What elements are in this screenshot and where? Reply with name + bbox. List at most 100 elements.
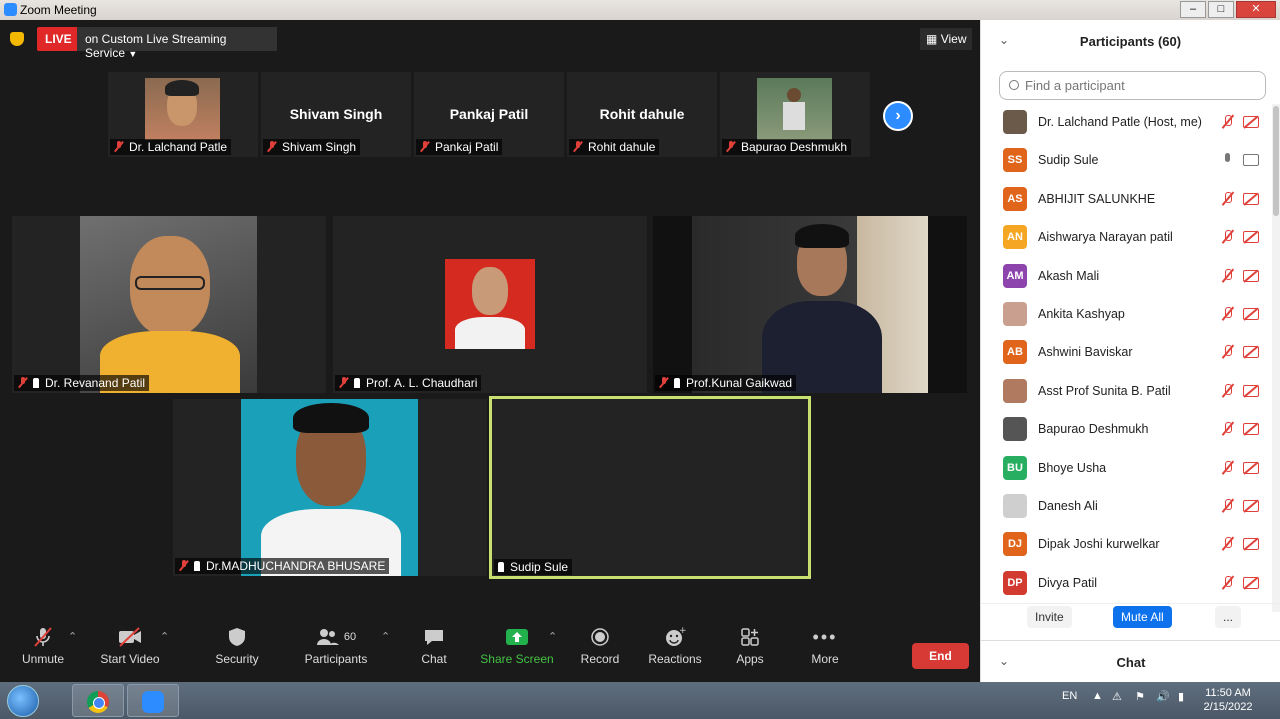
signal-strength-icon[interactable]: ▮ <box>1178 690 1184 703</box>
muted-mic-icon[interactable] <box>1221 422 1235 436</box>
more-button[interactable]: ••• More <box>785 626 865 667</box>
video-tile-kunal[interactable]: Prof.Kunal Gaikwad <box>653 216 967 393</box>
participant-row[interactable]: Danesh Ali <box>981 488 1273 526</box>
audio-options-caret[interactable]: ⌃ <box>68 630 77 643</box>
video-off-icon[interactable] <box>1243 461 1259 474</box>
system-clock[interactable]: 11:50 AM 2/15/2022 <box>1198 686 1258 714</box>
video-off-icon[interactable] <box>1243 269 1259 282</box>
video-off-icon[interactable] <box>1243 192 1259 205</box>
participant-row[interactable]: Ankita Kashyap <box>981 296 1273 334</box>
start-video-button[interactable]: Start Video <box>90 626 170 666</box>
video-tile-sudip-active-speaker[interactable]: Sudip Sule <box>489 396 811 579</box>
participant-name: Dr.MADHUCHANDRA BHUSARE <box>206 559 386 573</box>
participant-row[interactable]: AB Ashwini Baviskar <box>981 334 1273 372</box>
search-placeholder: Find a participant <box>1025 78 1125 93</box>
video-off-icon[interactable] <box>1243 307 1259 320</box>
participant-row[interactable]: AS ABHIJIT SALUNKHE <box>981 181 1273 219</box>
muted-mic-icon[interactable] <box>1221 345 1235 359</box>
security-button[interactable]: Security <box>197 626 277 666</box>
participant-list[interactable]: Dr. Lalchand Patle (Host, me) SS Sudip Sul… <box>981 104 1273 612</box>
share-screen-icon <box>477 626 557 648</box>
strip-tile-lalchand[interactable]: Dr. Lalchand Patle <box>108 72 258 157</box>
video-tile-revanand[interactable]: Dr. Revanand Patil <box>12 216 326 393</box>
invite-button[interactable]: Invite <box>1027 606 1072 628</box>
participant-row[interactable]: AN Aishwarya Narayan patil <box>981 219 1273 257</box>
video-off-icon[interactable] <box>1243 116 1259 128</box>
video-off-icon[interactable] <box>1243 423 1259 436</box>
reactions-button[interactable]: + Reactions <box>635 626 715 666</box>
next-page-arrow-icon[interactable]: › <box>883 101 913 131</box>
taskbar-zoom[interactable] <box>127 684 179 717</box>
language-indicator[interactable]: EN <box>1062 690 1077 702</box>
view-button[interactable]: ▦ View <box>920 28 973 50</box>
video-off-icon[interactable] <box>1243 231 1259 244</box>
apps-button[interactable]: Apps <box>710 626 790 666</box>
video-tile-chaudhari[interactable]: Prof. A. L. Chaudhari <box>333 216 647 393</box>
video-options-caret[interactable]: ⌃ <box>160 630 169 643</box>
muted-mic-icon[interactable] <box>1221 306 1235 321</box>
end-meeting-button[interactable]: End <box>912 643 969 669</box>
muted-mic-icon[interactable] <box>1221 383 1235 398</box>
muted-mic-icon[interactable] <box>1221 498 1235 513</box>
video-off-icon[interactable] <box>1243 576 1259 589</box>
participants-icon: 60 <box>296 626 376 648</box>
strip-name-tag: Bapurao Deshmukh <box>722 139 852 155</box>
muted-mic-icon[interactable] <box>1221 575 1235 590</box>
encryption-shield-icon[interactable] <box>10 32 24 46</box>
scrollbar-thumb[interactable] <box>1273 106 1279 216</box>
participant-row[interactable]: AM Akash Mali <box>981 258 1273 296</box>
network-warning-icon[interactable]: ⚠ <box>1112 690 1122 703</box>
video-icon[interactable] <box>1243 154 1259 167</box>
participant-row[interactable]: SS Sudip Sule <box>981 142 1273 180</box>
video-off-icon[interactable] <box>1243 499 1259 512</box>
strip-tile-rohit[interactable]: Rohit dahule Rohit dahule <box>567 72 717 157</box>
volume-icon[interactable]: 🔊 <box>1156 690 1170 703</box>
muted-mic-icon[interactable] <box>1221 191 1235 206</box>
chat-panel-title: Chat <box>1116 655 1146 670</box>
strip-tile-shivam[interactable]: Shivam Singh Shivam Singh <box>261 72 411 157</box>
pin-icon <box>194 561 200 571</box>
show-hidden-icons-icon[interactable]: ▲ <box>1092 690 1103 702</box>
action-center-flag-icon[interactable]: ⚑ <box>1135 690 1145 703</box>
chat-button[interactable]: Chat <box>394 626 474 666</box>
video-off-icon[interactable] <box>1243 538 1259 551</box>
muted-mic-icon[interactable] <box>1221 230 1235 244</box>
maximize-button[interactable]: □ <box>1208 1 1234 18</box>
participants-options-caret[interactable]: ⌃ <box>381 630 390 643</box>
live-stream-dropdown[interactable]: on Custom Live Streaming Service ▼ <box>77 27 277 60</box>
strip-tile-bapurao[interactable]: Bapurao Deshmukh <box>720 72 870 157</box>
muted-mic-icon[interactable] <box>1221 460 1235 475</box>
find-participant-input[interactable]: Find a participant <box>999 71 1266 100</box>
share-screen-button[interactable]: Share Screen <box>477 626 557 666</box>
mute-all-button[interactable]: Mute All <box>1113 606 1172 628</box>
mic-icon[interactable] <box>1221 153 1235 167</box>
minimize-button[interactable]: – <box>1180 1 1206 18</box>
participant-row[interactable]: Asst Prof Sunita B. Patil <box>981 373 1273 411</box>
video-off-icon[interactable] <box>1243 346 1259 359</box>
participant-name: Bapurao Deshmukh <box>1038 422 1149 437</box>
muted-mic-icon[interactable] <box>1221 115 1235 129</box>
strip-tile-pankaj[interactable]: Pankaj Patil Pankaj Patil <box>414 72 564 157</box>
muted-mic-icon <box>573 141 583 152</box>
close-window-button[interactable]: ✕ <box>1236 1 1276 18</box>
windows-start-button[interactable] <box>7 685 39 717</box>
taskbar-chrome[interactable] <box>72 684 124 717</box>
chat-panel-header[interactable]: ⌄ Chat <box>981 640 1280 682</box>
participants-button[interactable]: 60 Participants <box>296 626 376 666</box>
more-options-button[interactable]: ... <box>1215 606 1242 628</box>
participant-row[interactable]: DJ Dipak Joshi kurwelkar <box>981 526 1273 564</box>
participant-row[interactable]: BU Bhoye Usha <box>981 450 1273 488</box>
muted-mic-icon <box>726 141 736 152</box>
participant-row[interactable]: Bapurao Deshmukh <box>981 411 1273 449</box>
avatar: DP <box>1003 570 1027 595</box>
participant-list-scrollbar[interactable] <box>1272 104 1280 612</box>
share-options-caret[interactable]: ⌃ <box>548 630 557 643</box>
muted-mic-icon[interactable] <box>1221 268 1235 283</box>
participant-row[interactable]: DP Divya Patil <box>981 565 1273 603</box>
clock-time: 11:50 AM <box>1205 687 1251 699</box>
video-tile-madhuchandra[interactable]: Dr.MADHUCHANDRA BHUSARE <box>173 399 487 576</box>
participant-row[interactable]: Dr. Lalchand Patle (Host, me) <box>981 104 1273 142</box>
muted-mic-icon[interactable] <box>1221 537 1235 551</box>
video-off-icon[interactable] <box>1243 384 1259 397</box>
record-button[interactable]: Record <box>560 626 640 666</box>
